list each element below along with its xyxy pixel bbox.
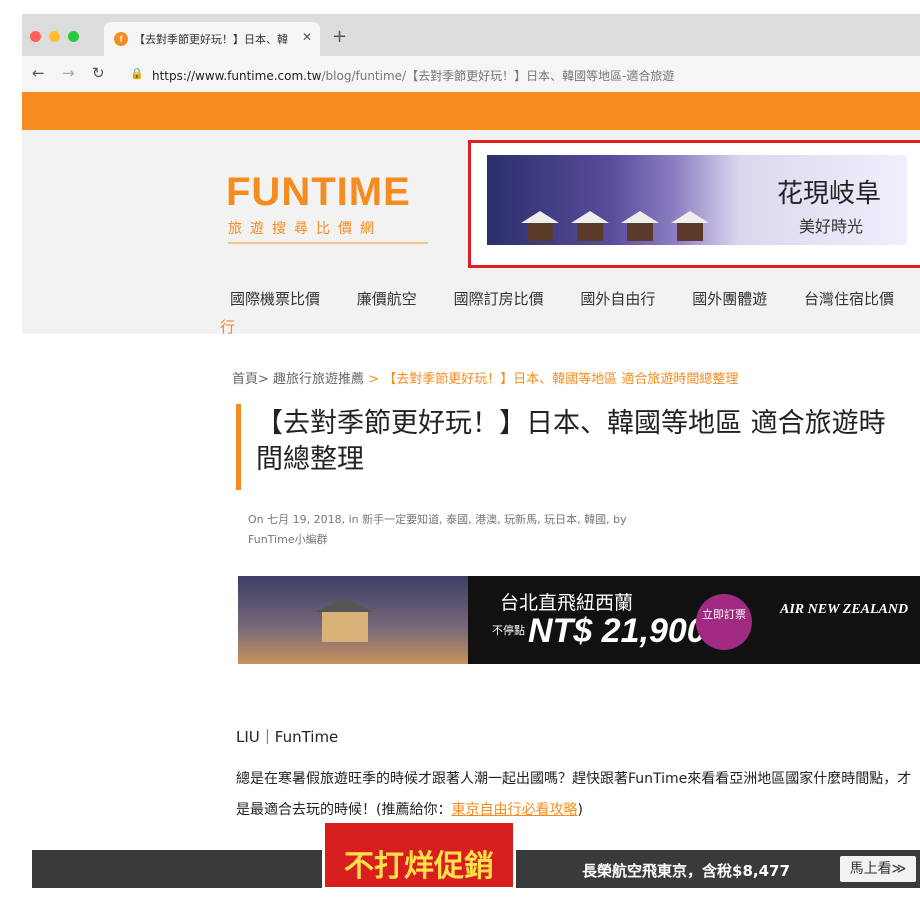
article-title: 【去對季節更好玩！】日本、韓國等地區 適合旅遊時間總整理: [256, 408, 886, 475]
promo-nonstop: 不停點: [492, 624, 525, 637]
nav-item-free-travel[interactable]: 國外自由行: [580, 290, 655, 308]
tab-strip: f 【去對季節更好玩！】日本、韓 ✕ +: [22, 14, 920, 56]
bottom-offer-text[interactable]: 長榮航空飛東京，含稅$8,477: [582, 860, 790, 881]
nav-item-taiwan-stay[interactable]: 台灣住宿比價: [804, 290, 894, 308]
ad-subline: 美好時光: [799, 217, 864, 236]
back-icon[interactable]: ←: [32, 64, 45, 82]
logo-underline: [228, 242, 428, 244]
body-link[interactable]: 東京自由行必看攻略: [451, 802, 577, 818]
hut-shape: [571, 211, 609, 241]
address-bar[interactable]: 🔒 https://www.funtime.com.tw/blog/funtim…: [122, 61, 920, 87]
new-tab-button[interactable]: +: [332, 26, 347, 47]
sale-badge-text: 不打烊促銷: [344, 849, 494, 884]
lock-icon: 🔒: [130, 67, 144, 80]
tab-active[interactable]: f 【去對季節更好玩！】日本、韓 ✕: [104, 22, 320, 56]
minimize-window-button[interactable]: [49, 31, 60, 42]
site-logo[interactable]: FUNTIME: [226, 170, 411, 215]
browser-toolbar: ← → ↻ 🔒 https://www.funtime.com.tw/blog/…: [22, 56, 920, 93]
nav-item-low-cost[interactable]: 廉價航空: [357, 290, 417, 308]
promo-ad-banner[interactable]: 台北直飛紐西蘭 不停點 NT$ 21,900 立即訂票 AIR NEW ZEAL…: [238, 576, 920, 664]
site-header: FUNTIME 旅遊搜尋比價網 花現岐阜 美好時光 國際機票比價 廉價航空 國際…: [22, 130, 920, 337]
top-accent-bar: [22, 92, 920, 130]
see-now-button[interactable]: 馬上看≫: [840, 856, 916, 882]
article-body: 總是在寒暑假旅遊旺季的時候才跟著人潮一起出國嗎？趕快跟著FunTime來看看亞洲…: [236, 764, 912, 826]
church-shape: [316, 598, 374, 642]
reload-icon[interactable]: ↻: [92, 64, 105, 82]
promo-book-button[interactable]: 立即訂票: [696, 594, 752, 650]
ad-headline: 花現岐阜: [777, 179, 882, 209]
maximize-window-button[interactable]: [68, 31, 79, 42]
article-author: LIU｜FunTime: [236, 728, 339, 746]
hut-shape: [621, 211, 659, 241]
breadcrumb-separator: >: [368, 372, 380, 387]
url-text: https://www.funtime.com.tw/blog/funtime/…: [152, 69, 675, 83]
main-nav: 國際機票比價 廉價航空 國際訂房比價 國外自由行 國外團體遊 台灣住宿比價 國: [230, 288, 920, 309]
tab-title: 【去對季節更好玩！】日本、韓: [134, 33, 288, 46]
forward-icon[interactable]: →: [62, 64, 75, 82]
nav-item-group-tours[interactable]: 國外團體遊: [692, 290, 767, 308]
breadcrumb: 首頁> 趣旅行旅遊推薦 > 【去對季節更好玩！】日本、韓國等地區 適合旅遊時間總…: [232, 368, 738, 387]
close-window-button[interactable]: [30, 31, 41, 42]
airline-logo: AIR NEW ZEALAND: [780, 602, 909, 617]
article-meta: On 七月 19, 2018, in 新手一定要知道, 泰國, 港澳, 玩新馬,…: [248, 513, 627, 546]
body-end: ): [577, 802, 583, 818]
browser-window: f 【去對季節更好玩！】日本、韓 ✕ + ← → ↻ 🔒 https://www…: [22, 14, 920, 890]
close-tab-icon[interactable]: ✕: [302, 30, 312, 44]
nav-item-flights[interactable]: 國際機票比價: [230, 290, 320, 308]
church-photo: [238, 576, 468, 664]
breadcrumb-home[interactable]: 首頁>: [232, 372, 269, 387]
promo-route: 台北直飛紐西蘭: [500, 592, 634, 614]
hut-shape: [521, 211, 559, 241]
sale-badge[interactable]: 不打烊促銷: [322, 820, 516, 890]
nav-item-wrap[interactable]: 行: [220, 316, 235, 337]
breadcrumb-current: 【去對季節更好玩！】日本、韓國等地區 適合旅遊時間總整理: [383, 372, 739, 387]
nav-item-hotels[interactable]: 國際訂房比價: [454, 290, 544, 308]
favicon-icon: f: [114, 32, 128, 46]
promo-price: NT$ 21,900: [528, 612, 706, 650]
site-logo-subtitle: 旅遊搜尋比價網: [228, 221, 382, 237]
title-accent-bar: [236, 404, 241, 490]
hut-shape: [671, 211, 709, 241]
breadcrumb-section[interactable]: 趣旅行旅遊推薦: [273, 372, 364, 387]
header-ad-banner[interactable]: 花現岐阜 美好時光: [468, 140, 920, 268]
snow-village-image: 花現岐阜 美好時光: [487, 155, 907, 245]
